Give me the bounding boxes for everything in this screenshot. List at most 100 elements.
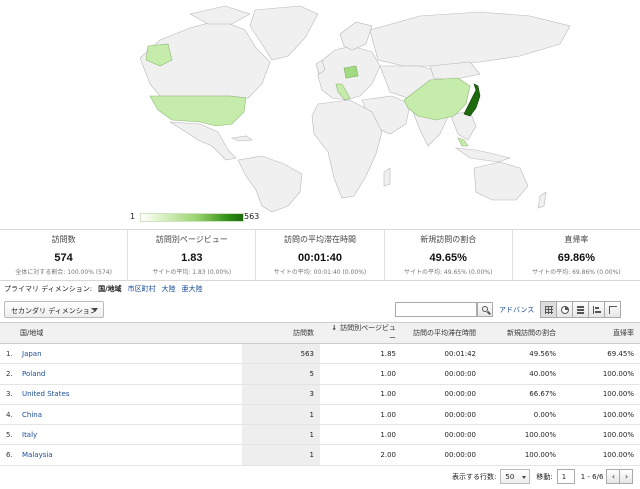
table-row: 1. Japan 563 1.85 00:01:42 49.56% 69.45% bbox=[0, 343, 640, 365]
row-visits: 5 bbox=[242, 363, 320, 385]
map-region-new-zealand[interactable] bbox=[537, 191, 547, 209]
row-country-cell: Japan bbox=[18, 343, 242, 365]
row-avg-duration: 00:00:00 bbox=[402, 444, 482, 466]
pivot-icon bbox=[609, 306, 617, 314]
metric-bounce-rate[interactable]: 直帰率 69.86% サイトの平均: 69.86% (0.00%) bbox=[513, 230, 640, 280]
next-page-button[interactable]: › bbox=[619, 469, 634, 484]
grid-icon bbox=[545, 306, 553, 314]
metric-value: 1.83 bbox=[181, 252, 203, 264]
rows-per-page-label: 表示する行数: bbox=[452, 472, 497, 481]
dimension-subcontinent[interactable]: 亜大陸 bbox=[182, 284, 203, 294]
pie-view-button[interactable] bbox=[556, 301, 573, 318]
country-link[interactable]: Japan bbox=[22, 350, 42, 358]
table-row: 4. China 1 1.00 00:00:00 0.00% 100.00% bbox=[0, 404, 640, 426]
row-number: 5. bbox=[0, 424, 18, 446]
search-icon-handle bbox=[487, 310, 491, 315]
comparison-icon bbox=[593, 306, 601, 314]
legend-max-label: 563 bbox=[244, 212, 260, 221]
comparison-view-button[interactable] bbox=[588, 301, 605, 318]
row-new-visits: 49.56% bbox=[482, 343, 562, 365]
column-header-visits[interactable]: 訪問数 bbox=[242, 322, 320, 344]
map-region-scandinavia[interactable] bbox=[339, 21, 373, 51]
world-map[interactable] bbox=[0, 0, 640, 212]
secondary-dimension-dropdown[interactable]: セカンダリ ディメンション bbox=[4, 301, 104, 318]
row-avg-duration: 00:00:00 bbox=[402, 404, 482, 426]
row-new-visits: 100.00% bbox=[482, 444, 562, 466]
data-table: 国/地域 訪問数 ↓ 訪問別ページビュー 訪問の平均滞在時間 新規訪問の割合 直帰… bbox=[0, 322, 640, 466]
column-header-country[interactable]: 国/地域 bbox=[0, 322, 242, 344]
row-pages-per-visit: 2.00 bbox=[320, 444, 402, 466]
map-region-south-america[interactable] bbox=[237, 155, 303, 212]
row-bounce-rate: 100.00% bbox=[562, 444, 640, 466]
map-region-poland[interactable] bbox=[343, 65, 359, 79]
performance-view-button[interactable] bbox=[572, 301, 589, 318]
map-region-cuba[interactable] bbox=[231, 135, 253, 142]
metric-value: 49.65% bbox=[429, 252, 467, 264]
row-bounce-rate: 100.00% bbox=[562, 363, 640, 385]
dimension-city[interactable]: 市区町村 bbox=[128, 284, 156, 294]
table-row: 5. Italy 1 1.00 00:00:00 100.00% 100.00% bbox=[0, 424, 640, 446]
search-input[interactable] bbox=[395, 302, 477, 317]
map-region-mexico[interactable] bbox=[169, 121, 237, 161]
column-header-pages-per-visit[interactable]: ↓ 訪問別ページビュー bbox=[320, 322, 402, 344]
metric-new-visits[interactable]: 新規訪問の割合 49.65% サイトの平均: 49.65% (0.00%) bbox=[385, 230, 513, 280]
map-legend: 1 563 bbox=[130, 212, 270, 224]
row-number: 2. bbox=[0, 363, 18, 385]
column-header-ppv-label: 訪問別ページビュー bbox=[340, 324, 396, 342]
row-country-cell: Malaysia bbox=[18, 444, 242, 466]
dimension-country[interactable]: 国/地域 bbox=[98, 284, 122, 294]
row-bounce-rate: 100.00% bbox=[562, 404, 640, 426]
rows-per-page-select[interactable]: 50 bbox=[500, 469, 531, 484]
goto-page-input[interactable]: 1 bbox=[556, 469, 575, 484]
metric-avg-duration[interactable]: 訪問の平均滞在時間 00:01:40 サイトの平均: 00:01:40 (0.0… bbox=[256, 230, 385, 280]
metric-label: 直帰率 bbox=[564, 235, 589, 244]
table-view-button[interactable] bbox=[540, 301, 557, 318]
map-region-usa[interactable] bbox=[149, 95, 247, 127]
dimension-continent[interactable]: 大陸 bbox=[162, 284, 176, 294]
metric-subtext: サイトの平均: 49.65% (0.00%) bbox=[403, 269, 493, 276]
summary-metrics: 訪問数 574 全体に対する割合: 100.00% (574) 訪問別ページビュ… bbox=[0, 229, 640, 281]
row-pages-per-visit: 1.00 bbox=[320, 363, 402, 385]
row-new-visits: 100.00% bbox=[482, 424, 562, 446]
map-region-madagascar[interactable] bbox=[383, 167, 391, 187]
metric-pages-per-visit[interactable]: 訪問別ページビュー 1.83 サイトの平均: 1.83 (0.00%) bbox=[128, 230, 257, 280]
prev-page-button[interactable]: ‹ bbox=[606, 469, 621, 484]
map-region-africa[interactable] bbox=[311, 99, 383, 199]
row-country-cell: China bbox=[18, 404, 242, 426]
metric-visits[interactable]: 訪問数 574 全体に対する割合: 100.00% (574) bbox=[0, 230, 129, 280]
column-header-new-visits[interactable]: 新規訪問の割合 bbox=[482, 322, 562, 344]
row-number: 1. bbox=[0, 343, 18, 365]
map-region-australia[interactable] bbox=[473, 161, 529, 201]
country-link[interactable]: China bbox=[22, 411, 42, 419]
pivot-view-button[interactable] bbox=[604, 301, 621, 318]
country-link[interactable]: United States bbox=[22, 390, 69, 398]
row-visits: 1 bbox=[242, 424, 320, 446]
country-link[interactable]: Malaysia bbox=[22, 451, 53, 459]
row-visits: 3 bbox=[242, 384, 320, 405]
secondary-dimension-label: セカンダリ ディメンション bbox=[11, 307, 97, 315]
map-region-arctic-islands[interactable] bbox=[189, 5, 251, 25]
row-country-cell: Poland bbox=[18, 363, 242, 385]
row-number: 4. bbox=[0, 404, 18, 426]
row-bounce-rate: 100.00% bbox=[562, 424, 640, 446]
row-visits: 1 bbox=[242, 404, 320, 426]
column-header-avg-duration[interactable]: 訪問の平均滞在時間 bbox=[402, 322, 482, 344]
rows-per-page-value: 50 bbox=[505, 473, 515, 481]
primary-dimension-label: プライマリ ディメンション: bbox=[4, 285, 93, 293]
metric-subtext: サイトの平均: 1.83 (0.00%) bbox=[152, 269, 232, 276]
bar-list-icon bbox=[577, 306, 584, 314]
advanced-filter-link[interactable]: アドバンス bbox=[499, 305, 534, 315]
country-link[interactable]: Poland bbox=[22, 370, 45, 378]
row-new-visits: 66.67% bbox=[482, 384, 562, 405]
metric-label: 訪問の平均滞在時間 bbox=[284, 235, 356, 244]
row-pages-per-visit: 1.00 bbox=[320, 384, 402, 405]
row-pages-per-visit: 1.00 bbox=[320, 424, 402, 446]
row-visits: 1 bbox=[242, 444, 320, 466]
pagination-bar: 表示する行数: 50 移動: 1 1 - 6/6 ‹ › bbox=[452, 469, 634, 484]
map-region-russia[interactable] bbox=[369, 11, 571, 67]
metric-value: 69.86% bbox=[557, 252, 596, 264]
column-header-bounce-rate[interactable]: 直帰率 bbox=[562, 322, 640, 344]
map-region-indonesia[interactable] bbox=[454, 147, 512, 163]
country-link[interactable]: Italy bbox=[22, 431, 37, 439]
search-button[interactable] bbox=[477, 302, 493, 317]
